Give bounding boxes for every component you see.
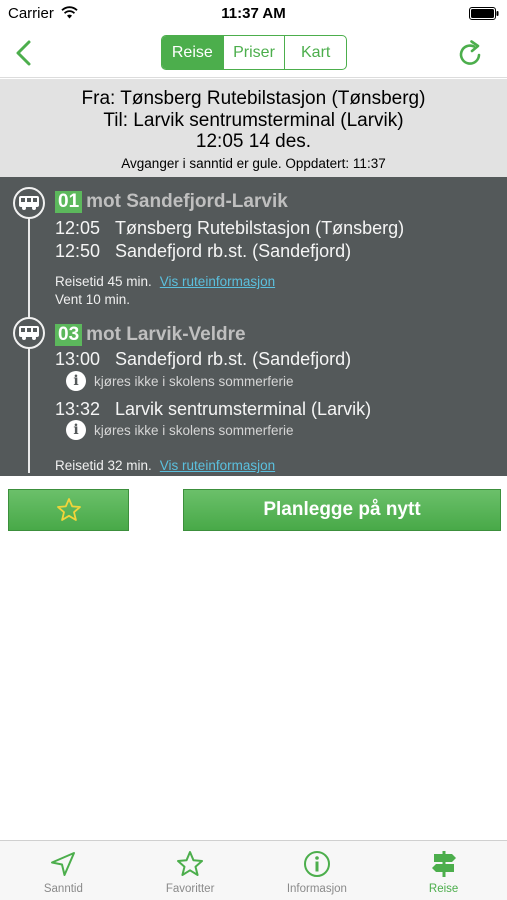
- clock: 11:37 AM: [221, 5, 286, 22]
- stop-time: 13:00: [55, 349, 101, 369]
- stop-note-text: kjøres ikke i skolens sommerferie: [94, 373, 294, 389]
- stop-time: 13:32: [55, 399, 101, 419]
- segmented-control: Reise Priser Kart: [161, 35, 347, 70]
- segment-kart[interactable]: Kart: [285, 36, 346, 69]
- stop-row: 13:32 Larvik sentrumsterminal (Larvik): [55, 399, 371, 420]
- info-icon: i: [66, 371, 86, 391]
- route-info-link[interactable]: Vis ruteinformasjon: [160, 458, 275, 473]
- line-number-badge: 03: [55, 324, 83, 346]
- trip-legs: 01 mot Sandefjord-Larvik 12:05 Tønsberg R…: [0, 177, 507, 476]
- add-favorite-button[interactable]: [8, 489, 129, 531]
- tab-reise[interactable]: Reise: [380, 841, 507, 900]
- tab-bar: Sanntid Favoritter Informasjon Reise: [0, 840, 507, 900]
- star-outline-icon: [56, 498, 81, 521]
- star-icon: [177, 851, 204, 876]
- status-bar: Carrier 11:37 AM: [0, 0, 507, 28]
- leg-meta: Reisetid 32 min. Vis ruteinformasjon: [55, 458, 275, 473]
- leg-direction: mot Sandefjord-Larvik: [86, 191, 288, 212]
- nav-bar: Reise Priser Kart: [0, 28, 507, 78]
- stop-note: i kjøres ikke i skolens sommerferie: [66, 420, 294, 440]
- travel-time: Reisetid 32 min.: [55, 458, 152, 473]
- info-icon: [303, 851, 330, 877]
- stop-row: 13:00 Sandefjord rb.st. (Sandefjord): [55, 349, 351, 370]
- refresh-icon[interactable]: [457, 38, 485, 68]
- tab-label: Favoritter: [165, 883, 215, 895]
- bus-icon: [13, 317, 45, 349]
- to-stop: Til: Larvik sentrumsterminal (Larvik): [103, 110, 404, 131]
- segment-reise[interactable]: Reise: [162, 36, 224, 69]
- stop-name: Sandefjord rb.st. (Sandefjord): [115, 241, 352, 261]
- realtime-note: Avganger i sanntid er gule. Oppdatert: 1…: [121, 156, 386, 171]
- stop-row: 12:05 Tønsberg Rutebilstasjon (Tønsberg): [55, 218, 404, 239]
- stop-note: i kjøres ikke i skolens sommerferie: [66, 371, 294, 391]
- line-number-badge: 01: [55, 191, 83, 213]
- tab-label: Sanntid: [43, 883, 83, 895]
- travel-time: Reisetid 45 min.: [55, 274, 152, 289]
- from-stop: Fra: Tønsberg Rutebilstasjon (Tønsberg): [81, 88, 426, 109]
- leg-meta: Reisetid 45 min. Vis ruteinformasjon: [55, 274, 275, 289]
- tab-sanntid[interactable]: Sanntid: [0, 841, 127, 900]
- tab-label: Informasjon: [286, 883, 347, 895]
- stop-name: Larvik sentrumsterminal (Larvik): [115, 399, 372, 419]
- replan-button[interactable]: Planlegge på nytt: [183, 489, 501, 531]
- leg-direction: mot Larvik-Veldre: [86, 324, 246, 345]
- location-arrow-icon: [51, 852, 76, 876]
- info-icon: i: [66, 420, 86, 440]
- stop-name: Tønsberg Rutebilstasjon (Tønsberg): [115, 218, 405, 238]
- stop-name: Sandefjord rb.st. (Sandefjord): [115, 349, 352, 369]
- back-chevron-icon[interactable]: [12, 38, 36, 68]
- stop-time: 12:05: [55, 218, 101, 238]
- tab-label: Reise: [428, 883, 459, 895]
- battery-icon: [469, 7, 499, 20]
- tab-favoritter[interactable]: Favoritter: [127, 841, 254, 900]
- trip-datetime: 12:05 14 des.: [195, 131, 312, 152]
- trip-summary: Fra: Tønsberg Rutebilstasjon (Tønsberg) …: [0, 79, 507, 177]
- stop-row: 12:50 Sandefjord rb.st. (Sandefjord): [55, 241, 351, 262]
- signpost-icon: [431, 851, 456, 877]
- wait-time: Vent 10 min.: [55, 292, 131, 307]
- leg-title: 01 mot Sandefjord-Larvik: [55, 191, 288, 213]
- bus-icon: [13, 187, 45, 219]
- route-info-link[interactable]: Vis ruteinformasjon: [160, 274, 275, 289]
- stop-time: 12:50: [55, 241, 101, 261]
- stop-note-text: kjøres ikke i skolens sommerferie: [94, 422, 294, 438]
- tab-informasjon[interactable]: Informasjon: [254, 841, 381, 900]
- leg-title: 03 mot Larvik-Veldre: [55, 324, 246, 346]
- segment-priser[interactable]: Priser: [224, 36, 286, 69]
